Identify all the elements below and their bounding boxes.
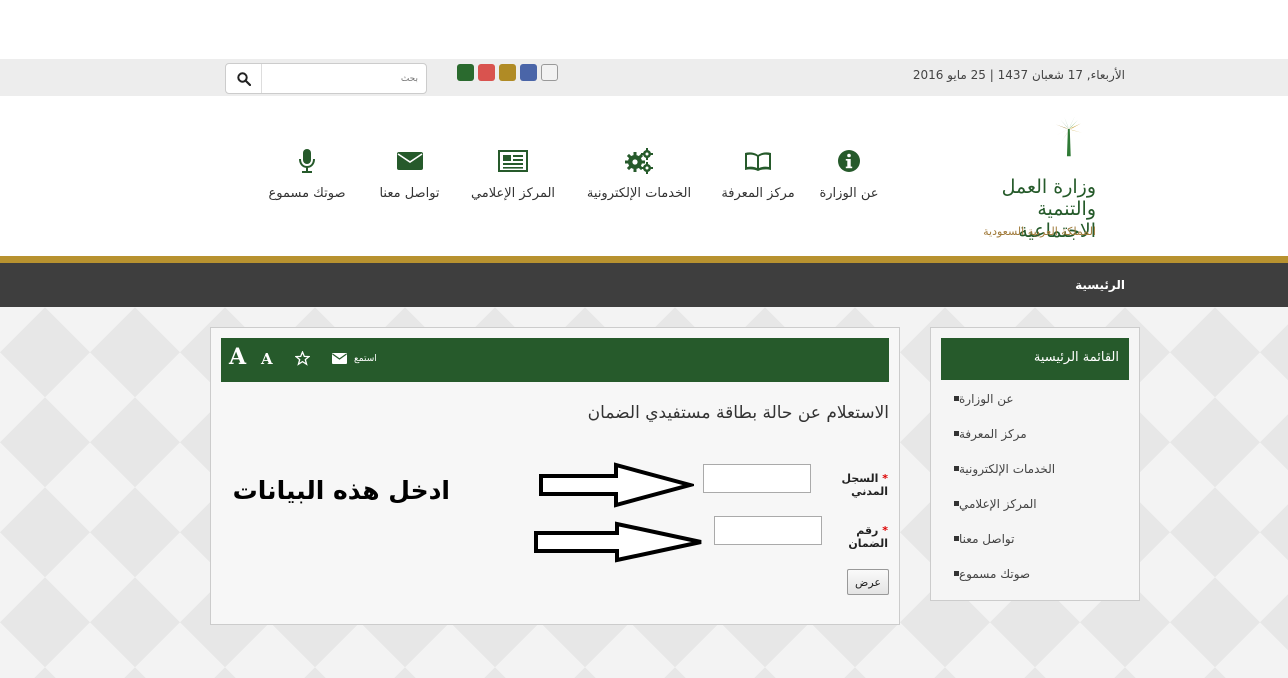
header-divider [0, 256, 1288, 263]
listen-button[interactable]: استمع [354, 354, 377, 364]
book-icon [745, 152, 771, 171]
required-mark: * [882, 472, 888, 485]
nav-item-about[interactable]: عن الوزارة [815, 146, 883, 210]
annotation-text: ادخل هذه البيانات [232, 476, 450, 505]
theme-swatch-blue[interactable] [520, 64, 537, 81]
email-page-button[interactable] [332, 353, 347, 364]
bullet-icon [954, 571, 959, 576]
sidebar-item-label: المركز الإعلامي [959, 496, 1037, 511]
search-button[interactable] [226, 64, 262, 93]
bullet-icon [954, 396, 959, 401]
search-input[interactable] [268, 70, 418, 87]
page-title: الاستعلام عن حالة بطاقة مستفيدي الضمان [587, 403, 889, 423]
bullet-icon [954, 431, 959, 436]
font-decrease-button[interactable]: A [261, 350, 273, 368]
bullet-icon [954, 501, 959, 506]
envelope-icon [332, 353, 347, 364]
kingdom-name: المملكة العربية السعودية [983, 225, 1096, 238]
sidebar-item-label: عن الوزارة [959, 391, 1014, 406]
theme-swatch-gold[interactable] [499, 64, 516, 81]
envelope-icon [396, 152, 423, 170]
sidebar-item-label: تواصل معنا [959, 531, 1015, 546]
sidebar-item-e-services[interactable]: الخدمات الإلكترونية [941, 451, 1129, 486]
nav-item-label: تواصل معنا [379, 186, 440, 201]
sidebar-title: القائمة الرئيسية [941, 338, 1129, 380]
nav-item-label: الخدمات الإلكترونية [586, 186, 692, 201]
sidebar-item-label: مركز المعرفة [959, 426, 1027, 441]
nav-item-label: عن الوزارة [819, 186, 879, 201]
nav-item-label: صوتك مسموع [268, 186, 346, 201]
theme-swatch-red[interactable] [478, 64, 495, 81]
sidebar-item-your-voice[interactable]: صوتك مسموع [941, 556, 1129, 591]
page-toolbar [221, 338, 889, 382]
font-increase-button[interactable]: A [229, 344, 246, 370]
ministry-name-line1: وزارة العمل [1001, 176, 1096, 198]
breadcrumb-home[interactable]: الرئيسية [1040, 278, 1125, 292]
search-box [225, 63, 427, 94]
favorite-button[interactable] [295, 351, 310, 366]
required-mark: * [882, 524, 888, 537]
sidebar-item-media-center[interactable]: المركز الإعلامي [941, 486, 1129, 521]
nav-item-label: مركز المعرفة [721, 186, 795, 201]
date-display: الأربعاء, 17 شعبان 1437 | 25 مايو 2016 [912, 68, 1125, 82]
arrow-icon [534, 521, 702, 563]
sidebar-item-label: الخدمات الإلكترونية [959, 461, 1056, 476]
info-icon [838, 150, 860, 172]
ministry-logo-icon[interactable] [965, 114, 1130, 174]
national-id-label: * السجل المدني [812, 472, 888, 498]
submit-button[interactable]: عرض [847, 569, 889, 595]
sidebar-item-label: صوتك مسموع [959, 566, 1031, 581]
bullet-icon [954, 536, 959, 541]
sidebar-item-knowledge-center[interactable]: مركز المعرفة [941, 416, 1129, 451]
theme-swatch-default[interactable] [541, 64, 558, 81]
theme-swatch-green[interactable] [457, 64, 474, 81]
sidebar-item-about[interactable]: عن الوزارة [941, 381, 1129, 416]
nav-item-e-services[interactable]: الخدمات الإلكترونية [580, 146, 698, 210]
sidebar-menu: عن الوزارة مركز المعرفة الخدمات الإلكترو… [941, 381, 1129, 591]
star-icon [295, 351, 310, 366]
nav-item-your-voice[interactable]: صوتك مسموع [262, 146, 352, 210]
nav-item-label: المركز الإعلامي [470, 186, 556, 201]
gears-icon [625, 148, 653, 174]
sidebar-item-contact-us[interactable]: تواصل معنا [941, 521, 1129, 556]
theme-color-switcher [457, 64, 558, 81]
search-icon [236, 71, 251, 86]
microphone-icon [299, 149, 315, 173]
nav-item-media-center[interactable]: المركز الإعلامي [468, 146, 558, 210]
social-security-number-input[interactable] [714, 516, 822, 545]
nav-item-contact-us[interactable]: تواصل معنا [372, 146, 447, 210]
social-security-number-label: * رقم الضمان [822, 524, 888, 550]
national-id-input[interactable] [703, 464, 811, 493]
arrow-icon [539, 462, 694, 508]
nav-item-knowledge-center[interactable]: مركز المعرفة [718, 146, 798, 210]
bullet-icon [954, 466, 959, 471]
newspaper-icon [498, 150, 528, 172]
